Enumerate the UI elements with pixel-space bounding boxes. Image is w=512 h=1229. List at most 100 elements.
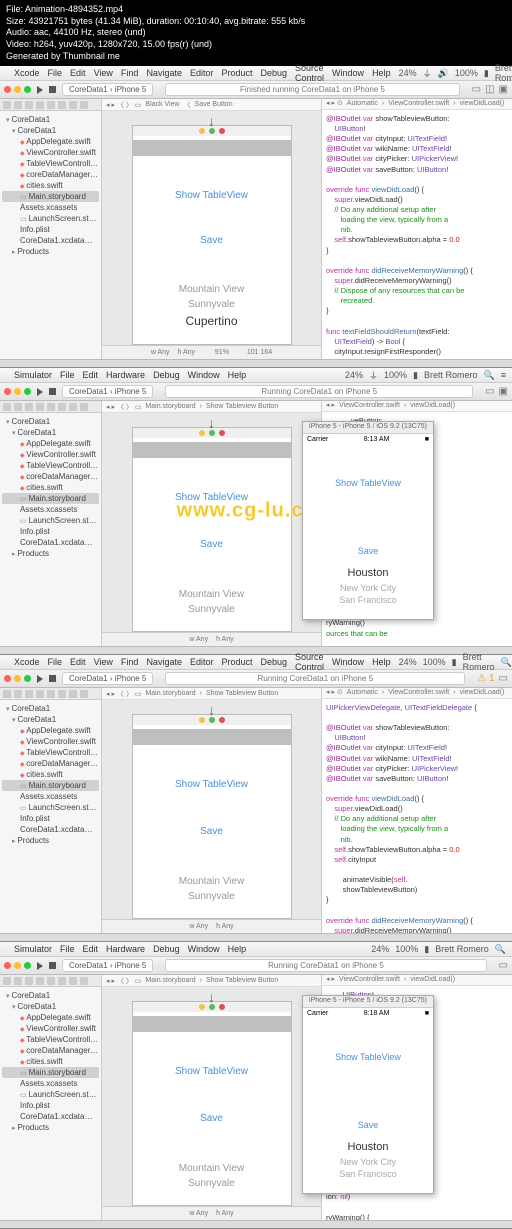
nav-products[interactable]: Products	[2, 548, 99, 559]
ib-scene[interactable]: Show TableView Save Mountain View Sunnyv…	[132, 1001, 292, 1206]
ios-simulator-window[interactable]: iPhone 5 - iPhone 5 / iOS 9.2 (13C75) Ca…	[302, 421, 434, 620]
nav-assets[interactable]: Assets.xcassets	[2, 791, 99, 802]
city-picker[interactable]: Mountain View Sunnyvale	[133, 1155, 291, 1197]
ib-scene[interactable]: Show TableView Save Mountain View Sunnyv…	[132, 125, 292, 345]
menu-item[interactable]: Product	[221, 68, 252, 78]
navigator-tabs[interactable]	[0, 688, 101, 700]
nav-assets[interactable]: Assets.xcassets	[2, 202, 99, 213]
menu-item[interactable]: Source Control	[295, 63, 324, 83]
sim-picker[interactable]: Houston New York City San Francisco	[303, 560, 433, 613]
menu-item[interactable]: View	[94, 657, 113, 667]
menu-item[interactable]: Window	[188, 944, 220, 954]
ib-scene[interactable]: Show TableView Save Mountain View Sunnyv…	[132, 714, 292, 919]
nav-storyboard[interactable]: Main.storyboard	[2, 493, 99, 504]
run-button[interactable]	[37, 675, 43, 683]
menu-item[interactable]: Xcode	[14, 657, 40, 667]
navigator-tabs[interactable]	[0, 401, 101, 413]
source-code[interactable]: UIPickerViewDelegate, UITextFieldDelegat…	[322, 699, 512, 934]
size-class-bar[interactable]: w Any h Any	[102, 1206, 321, 1220]
interface-builder[interactable]: ◂ ▸ 〈 〉 ▭ Main.storyboard › Show Tablevi…	[102, 975, 322, 1220]
save-button[interactable]: Save	[133, 535, 291, 554]
save-button[interactable]: Save	[133, 1109, 291, 1128]
menu-item[interactable]: Help	[228, 370, 247, 380]
nav-plist[interactable]: Info.plist	[2, 1100, 99, 1111]
save-button[interactable]: Save	[133, 822, 291, 841]
menu-item[interactable]: Window	[332, 68, 364, 78]
menu-item[interactable]: View	[94, 68, 113, 78]
editor-jumpbar[interactable]: ◂ ▸ ⊙ Automatic › ViewController.swift ›…	[322, 688, 512, 698]
stop-button[interactable]	[49, 86, 56, 93]
menu-item[interactable]: Edit	[83, 944, 99, 954]
panels-icon[interactable]: ▣	[499, 386, 508, 397]
scheme-selector[interactable]: CoreData1 › iPhone 5	[62, 672, 153, 685]
scheme-selector[interactable]: CoreData1 › iPhone 5	[62, 959, 153, 972]
menu-item[interactable]: Product	[221, 657, 252, 667]
search-icon[interactable]: 🔍	[484, 370, 495, 381]
nav-datamodel[interactable]: CoreData1.xcdatamodeld	[2, 824, 99, 835]
menu-item[interactable]: Navigate	[146, 657, 182, 667]
ib-jumpbar[interactable]: ◂ ▸ 〈 〉 ▭ Main.storyboard › Show Tablevi…	[102, 688, 321, 700]
nav-plist[interactable]: Info.plist	[2, 526, 99, 537]
menu-item[interactable]: Editor	[190, 657, 214, 667]
sim-picker[interactable]: Houston New York City San Francisco	[303, 1134, 433, 1187]
menu-item[interactable]: Hardware	[106, 944, 145, 954]
nav-assets[interactable]: Assets.xcassets	[2, 504, 99, 515]
nav-storyboard[interactable]: Main.storyboard	[2, 191, 99, 202]
window-controls[interactable]	[4, 388, 31, 395]
navigator-tabs[interactable]	[0, 99, 101, 111]
nav-plist[interactable]: Info.plist	[2, 813, 99, 824]
menu-item[interactable]: Edit	[70, 657, 86, 667]
warning-icon[interactable]: ⚠ 1	[477, 673, 494, 684]
project-navigator[interactable]: CoreData1 CoreData1 AppDelegate.swift Vi…	[0, 401, 102, 646]
menu-item[interactable]: Edit	[83, 370, 99, 380]
interface-builder[interactable]: ◂ ▸ 〈 〉 ▭ Main.storyboard › Show Tablevi…	[102, 401, 322, 646]
editor-mode-icon[interactable]: ▭	[499, 673, 508, 684]
menu-item[interactable]: Edit	[70, 68, 86, 78]
nav-file[interactable]: cities.swift	[2, 482, 99, 493]
menu-item[interactable]: File	[48, 657, 63, 667]
navigator-tabs[interactable]	[0, 975, 101, 987]
menu-item[interactable]: Hardware	[106, 370, 145, 380]
nav-file[interactable]: coreDataManager.swift	[2, 758, 99, 769]
nav-group[interactable]: CoreData1	[2, 427, 99, 438]
nav-file[interactable]: TableViewController.swift	[2, 460, 99, 471]
nav-group[interactable]: CoreData1	[2, 1001, 99, 1012]
menu-item[interactable]: Find	[121, 68, 139, 78]
editor-mode-icon[interactable]: ▭	[472, 84, 481, 95]
nav-project[interactable]: CoreData1	[2, 114, 99, 125]
menu-item[interactable]: Simulator	[14, 370, 52, 380]
stop-button[interactable]	[49, 962, 56, 969]
run-button[interactable]	[37, 962, 43, 970]
nav-file[interactable]: ViewController.swift	[2, 1023, 99, 1034]
source-code[interactable]: @IBOutlet var showTableviewButton: UIBut…	[322, 110, 512, 360]
show-tableview-button[interactable]: Show TableView	[133, 1062, 291, 1081]
nav-storyboard[interactable]: Main.storyboard	[2, 1067, 99, 1078]
interface-builder[interactable]: ◂ ▸ 〈 〉 ▭ Main.storyboard › Show Tablevi…	[102, 688, 322, 933]
mac-menubar[interactable]: Simulator File Edit Hardware Debug Windo…	[0, 368, 512, 383]
nav-file[interactable]: ViewController.swift	[2, 147, 99, 158]
menu-item[interactable]: Help	[372, 657, 391, 667]
nav-launchscreen[interactable]: LaunchScreen.storyboard	[2, 802, 99, 813]
menu-icon[interactable]: ≡	[501, 370, 506, 380]
editor-mode-icon[interactable]: ▭	[499, 960, 508, 971]
sim-show-button[interactable]: Show TableView	[303, 474, 433, 492]
window-controls[interactable]	[4, 962, 31, 969]
menu-item[interactable]: Debug	[261, 657, 288, 667]
nav-project[interactable]: CoreData1	[2, 416, 99, 427]
sim-titlebar[interactable]: iPhone 5 - iPhone 5 / iOS 9.2 (13C75)	[303, 422, 433, 434]
nav-launchscreen[interactable]: LaunchScreen.storyboard	[2, 213, 99, 224]
nav-file[interactable]: TableViewController.swift	[2, 1034, 99, 1045]
nav-file[interactable]: AppDelegate.swift	[2, 725, 99, 736]
nav-file[interactable]: ViewController.swift	[2, 736, 99, 747]
window-controls[interactable]	[4, 675, 31, 682]
menu-item[interactable]: Simulator	[14, 944, 52, 954]
stop-button[interactable]	[49, 675, 56, 682]
ib-jumpbar[interactable]: ◂ ▸ 〈 〉 ▭ Main.storyboard › Show Tablevi…	[102, 401, 321, 413]
menu-item[interactable]: Xcode	[14, 68, 40, 78]
editor-mode-icon[interactable]: ▭	[485, 386, 494, 397]
run-button[interactable]	[37, 86, 43, 94]
run-button[interactable]	[37, 388, 43, 396]
nav-launchscreen[interactable]: LaunchScreen.storyboard	[2, 515, 99, 526]
nav-file[interactable]: AppDelegate.swift	[2, 136, 99, 147]
menu-item[interactable]: Window	[188, 370, 220, 380]
